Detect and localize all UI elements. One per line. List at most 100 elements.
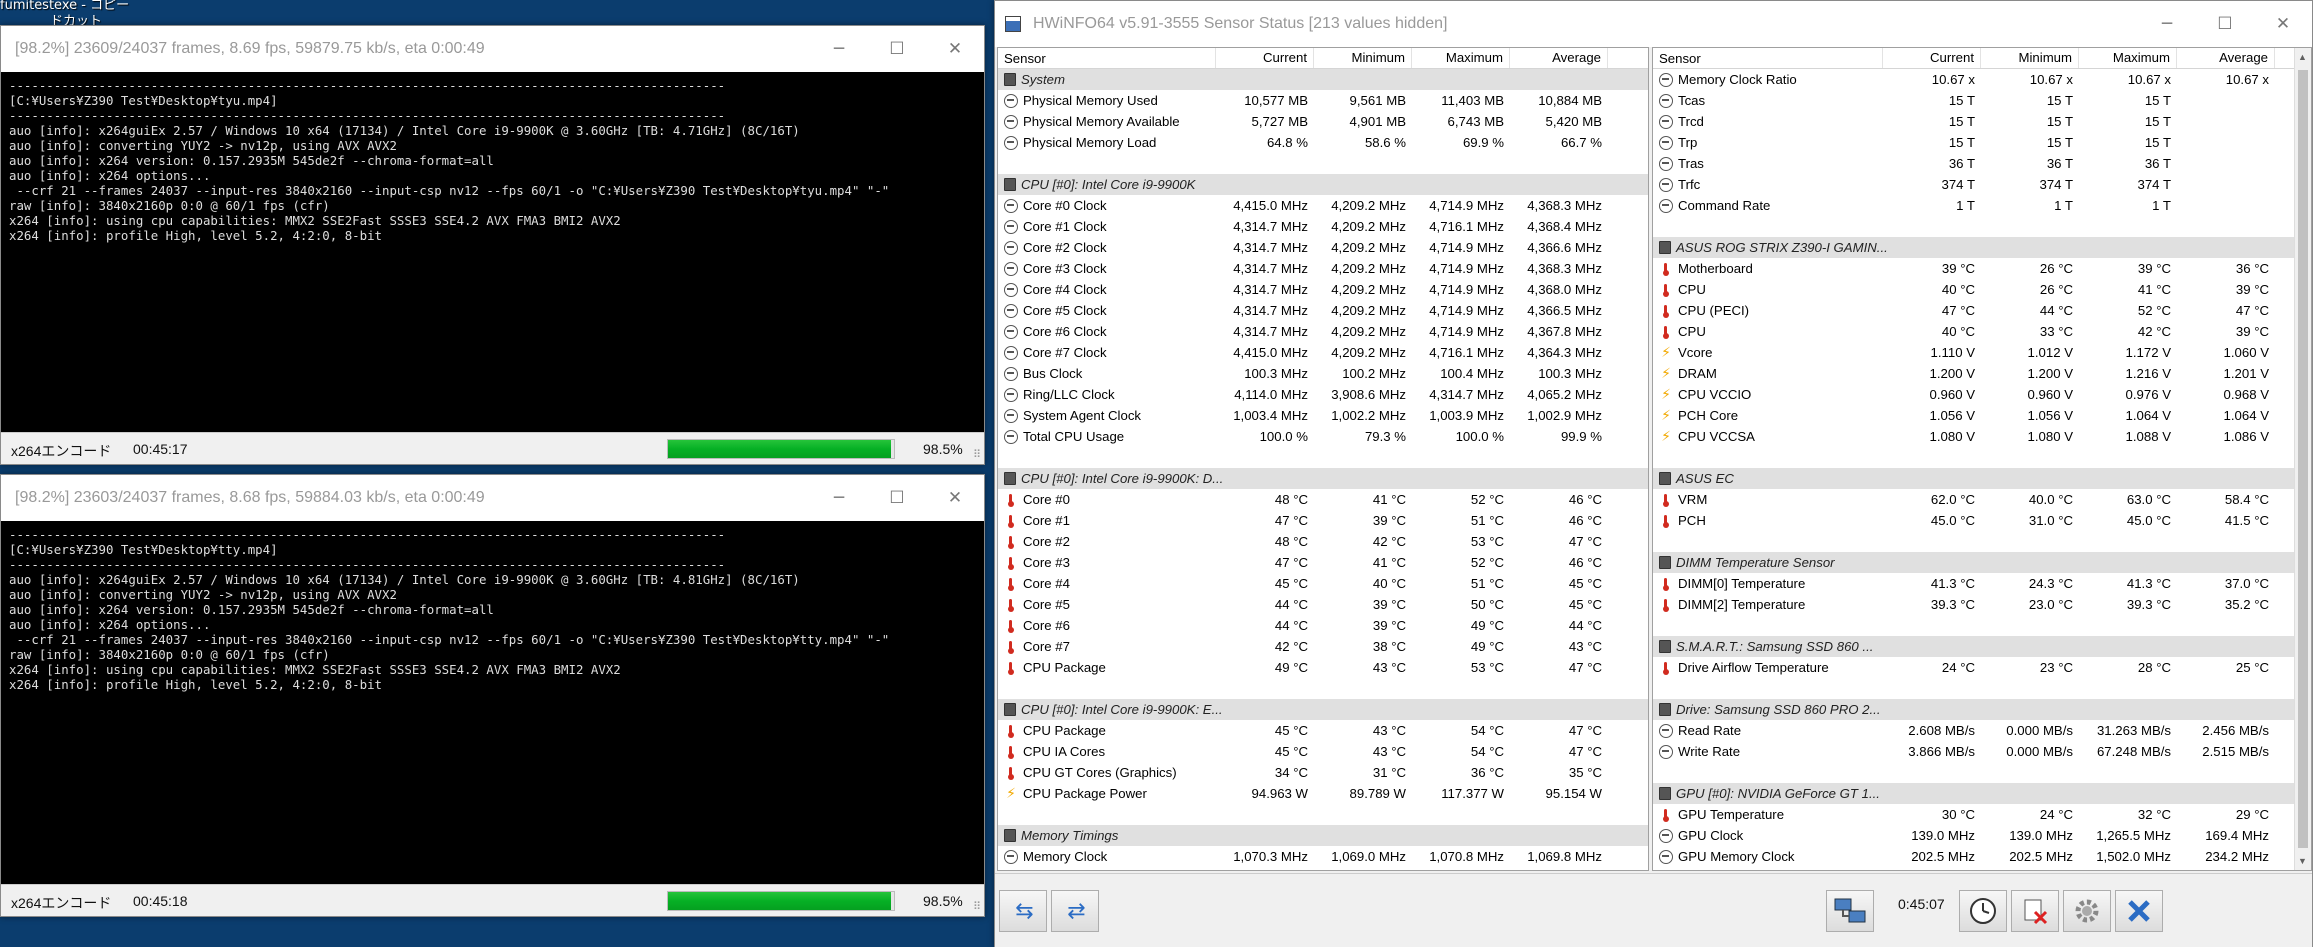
resize-grip-icon[interactable]: ⠿: [973, 448, 981, 461]
sensor-group-header[interactable]: GPU [#0]: NVIDIA GeForce GT 1...: [1653, 783, 2311, 804]
sensor-row[interactable]: CPU IA Cores 45 °C 43 °C 54 °C 47 °C: [998, 741, 1648, 762]
timer-button[interactable]: [1959, 890, 2007, 932]
navigate-left-button[interactable]: ⇄: [1051, 890, 1099, 932]
scroll-up-icon[interactable]: ▲: [2298, 52, 2307, 62]
sensor-row[interactable]: Core #5 44 °C 39 °C 50 °C 45 °C: [998, 594, 1648, 615]
sensor-panel-left[interactable]: Sensor Current Minimum Maximum Average System…: [997, 47, 1649, 871]
sensor-row[interactable]: CPU Package 45 °C 43 °C 54 °C 47 °C: [998, 720, 1648, 741]
close-button[interactable]: ✕: [926, 475, 984, 521]
sensor-row[interactable]: CPU Package 49 °C 43 °C 53 °C 47 °C: [998, 657, 1648, 678]
column-header-average[interactable]: Average: [2177, 48, 2275, 68]
sensor-row[interactable]: Physical Memory Load 64.8 % 58.6 % 69.9 % 66…: [998, 132, 1648, 153]
sensor-row[interactable]: Command Rate 1 T 1 T 1 T: [1653, 195, 2311, 216]
sensor-row[interactable]: Core #2 48 °C 42 °C 53 °C 47 °C: [998, 531, 1648, 552]
scroll-thumb[interactable]: [2298, 70, 2308, 848]
sensor-row[interactable]: Read Rate 2.608 MB/s 0.000 MB/s 31.263 MB/s…: [1653, 720, 2311, 741]
resize-grip-icon[interactable]: ⠿: [973, 900, 981, 913]
column-header-maximum[interactable]: Maximum: [1412, 48, 1510, 68]
sensor-row[interactable]: Physical Memory Used 10,577 MB 9,561 MB 11,…: [998, 90, 1648, 111]
scroll-down-icon[interactable]: ▼: [2298, 856, 2307, 866]
sensor-row[interactable]: Motherboard 39 °C 26 °C 39 °C 36 °C: [1653, 258, 2311, 279]
sensor-row[interactable]: Core #1 47 °C 39 °C 51 °C 46 °C: [998, 510, 1648, 531]
sensor-row[interactable]: Core #6 44 °C 39 °C 49 °C 44 °C: [998, 615, 1648, 636]
sensor-row[interactable]: Core #3 47 °C 41 °C 52 °C 46 °C: [998, 552, 1648, 573]
scrollbar[interactable]: ▲ ▼: [2294, 48, 2311, 870]
column-header-current[interactable]: Current: [1216, 48, 1314, 68]
sensor-row[interactable]: ⚡ DRAM 1.200 V 1.200 V 1.216 V 1.201 V: [1653, 363, 2311, 384]
sensor-group-header[interactable]: S.M.A.R.T.: Samsung SSD 860 ...: [1653, 636, 2311, 657]
title-bar[interactable]: [98.2%] 23609/24037 frames, 8.69 fps, 59…: [1, 26, 984, 72]
close-button[interactable]: ✕: [926, 26, 984, 72]
sensor-group-header[interactable]: Memory Timings: [998, 825, 1648, 846]
sensor-row[interactable]: GPU Temperature 30 °C 24 °C 32 °C 29 °C: [1653, 804, 2311, 825]
sensor-row[interactable]: GPU Memory Clock 202.5 MHz 202.5 MHz 1,502.…: [1653, 846, 2311, 867]
reset-button[interactable]: [2011, 890, 2059, 932]
sensor-row[interactable]: Core #3 Clock 4,314.7 MHz 4,209.2 MHz 4,714…: [998, 258, 1648, 279]
sensor-row[interactable]: Core #5 Clock 4,314.7 MHz 4,209.2 MHz 4,714…: [998, 300, 1648, 321]
console-output[interactable]: ----------------------------------------…: [1, 521, 984, 884]
sensor-group-header[interactable]: DIMM Temperature Sensor: [1653, 552, 2311, 573]
sensor-row[interactable]: ⚡ CPU VCCIO 0.960 V 0.960 V 0.976 V 0.968 V: [1653, 384, 2311, 405]
sensor-row[interactable]: Core #7 42 °C 38 °C 49 °C 43 °C: [998, 636, 1648, 657]
sensor-row[interactable]: ⚡ Vcore 1.110 V 1.012 V 1.172 V 1.060 V: [1653, 342, 2311, 363]
sensor-row[interactable]: VRM 62.0 °C 40.0 °C 63.0 °C 58.4 °C: [1653, 489, 2311, 510]
sensor-row[interactable]: ⚡ CPU VCCSA 1.080 V 1.080 V 1.088 V 1.086 V: [1653, 426, 2311, 447]
maximize-button[interactable]: ☐: [2196, 1, 2254, 47]
sensor-row[interactable]: Tcas 15 T 15 T 15 T: [1653, 90, 2311, 111]
column-header-current[interactable]: Current: [1883, 48, 1981, 68]
sensor-row[interactable]: Physical Memory Available 5,727 MB 4,901 M…: [998, 111, 1648, 132]
sensor-row[interactable]: Core #1 Clock 4,314.7 MHz 4,209.2 MHz 4,716…: [998, 216, 1648, 237]
sensor-row[interactable]: Core #4 Clock 4,314.7 MHz 4,209.2 MHz 4,714…: [998, 279, 1648, 300]
minimize-button[interactable]: ─: [810, 26, 868, 72]
sensor-row[interactable]: Core #2 Clock 4,314.7 MHz 4,209.2 MHz 4,714…: [998, 237, 1648, 258]
settings-button[interactable]: [2063, 890, 2111, 932]
sensor-row[interactable]: Core #0 Clock 4,415.0 MHz 4,209.2 MHz 4,714…: [998, 195, 1648, 216]
column-header-sensor[interactable]: Sensor: [998, 48, 1216, 68]
maximize-button[interactable]: ☐: [868, 475, 926, 521]
sensor-group-header[interactable]: ASUS EC: [1653, 468, 2311, 489]
sensor-row[interactable]: CPU GT Cores (Graphics) 34 °C 31 °C 36 °C 35…: [998, 762, 1648, 783]
sensor-group-header[interactable]: Drive: Samsung SSD 860 PRO 2...: [1653, 699, 2311, 720]
column-header-minimum[interactable]: Minimum: [1981, 48, 2079, 68]
sensor-row[interactable]: Trcd 15 T 15 T 15 T: [1653, 111, 2311, 132]
sensor-row[interactable]: ⚡ CPU Package Power 94.963 W 89.789 W 117.37…: [998, 783, 1648, 804]
sensor-row[interactable]: PCH 45.0 °C 31.0 °C 45.0 °C 41.5 °C: [1653, 510, 2311, 531]
sensor-row[interactable]: GPU Clock 139.0 MHz 139.0 MHz 1,265.5 MHz 16…: [1653, 825, 2311, 846]
sensor-row[interactable]: Drive Airflow Temperature 24 °C 23 °C 28 °C…: [1653, 657, 2311, 678]
sensor-group-header[interactable]: System: [998, 69, 1648, 90]
sensor-group-header[interactable]: CPU [#0]: Intel Core i9-9900K: D...: [998, 468, 1648, 489]
sensor-row[interactable]: DIMM[2] Temperature 39.3 °C 23.0 °C 39.3 °C…: [1653, 594, 2311, 615]
sensor-row[interactable]: DIMM[0] Temperature 41.3 °C 24.3 °C 41.3 °C…: [1653, 573, 2311, 594]
column-header-minimum[interactable]: Minimum: [1314, 48, 1412, 68]
title-bar[interactable]: HWiNFO64 v5.91-3555 Sensor Status [213 v…: [995, 1, 2312, 47]
sensor-row[interactable]: Ring/LLC Clock 4,114.0 MHz 3,908.6 MHz 4,31…: [998, 384, 1648, 405]
sensor-row[interactable]: Total CPU Usage 100.0 % 79.3 % 100.0 % 99.9 …: [998, 426, 1648, 447]
sensor-row[interactable]: Core #6 Clock 4,314.7 MHz 4,209.2 MHz 4,714…: [998, 321, 1648, 342]
sensor-row[interactable]: Memory Clock 1,070.3 MHz 1,069.0 MHz 1,070.…: [998, 846, 1648, 867]
sensor-row[interactable]: CPU 40 °C 26 °C 41 °C 39 °C: [1653, 279, 2311, 300]
sensor-row[interactable]: Trfc 374 T 374 T 374 T: [1653, 174, 2311, 195]
navigate-right-button[interactable]: ⇆: [999, 890, 1047, 932]
sensor-row[interactable]: Bus Clock 100.3 MHz 100.2 MHz 100.4 MHz 100.…: [998, 363, 1648, 384]
sensor-row[interactable]: ⚡ PCH Core 1.056 V 1.056 V 1.064 V 1.064 V: [1653, 405, 2311, 426]
sensor-row[interactable]: Write Rate 3.866 MB/s 0.000 MB/s 67.248 MB/…: [1653, 741, 2311, 762]
sensor-row[interactable]: Memory Clock Ratio 10.67 x 10.67 x 10.67 x 1…: [1653, 69, 2311, 90]
sensor-group-header[interactable]: CPU [#0]: Intel Core i9-9900K: E...: [998, 699, 1648, 720]
sensor-row[interactable]: Core #0 48 °C 41 °C 52 °C 46 °C: [998, 489, 1648, 510]
sensor-row[interactable]: Trp 15 T 15 T 15 T: [1653, 132, 2311, 153]
sensor-group-header[interactable]: CPU [#0]: Intel Core i9-9900K: [998, 174, 1648, 195]
sensor-row[interactable]: Core #7 Clock 4,415.0 MHz 4,209.2 MHz 4,716…: [998, 342, 1648, 363]
maximize-button[interactable]: ☐: [868, 26, 926, 72]
sensor-row[interactable]: CPU 40 °C 33 °C 42 °C 39 °C: [1653, 321, 2311, 342]
minimize-button[interactable]: ─: [2138, 1, 2196, 47]
sensor-row[interactable]: CPU (PECI) 47 °C 44 °C 52 °C 47 °C: [1653, 300, 2311, 321]
title-bar[interactable]: [98.2%] 23603/24037 frames, 8.68 fps, 59…: [1, 475, 984, 521]
column-header-sensor[interactable]: Sensor: [1653, 48, 1883, 68]
network-button[interactable]: [1826, 890, 1874, 932]
sensor-row[interactable]: Core #4 45 °C 40 °C 51 °C 45 °C: [998, 573, 1648, 594]
sensor-row[interactable]: Tras 36 T 36 T 36 T: [1653, 153, 2311, 174]
close-button[interactable]: ✕: [2254, 1, 2312, 47]
exit-button[interactable]: [2115, 890, 2163, 932]
hwinfo-app-icon[interactable]: [1005, 16, 1021, 32]
sensor-row[interactable]: System Agent Clock 1,003.4 MHz 1,002.2 MHz…: [998, 405, 1648, 426]
